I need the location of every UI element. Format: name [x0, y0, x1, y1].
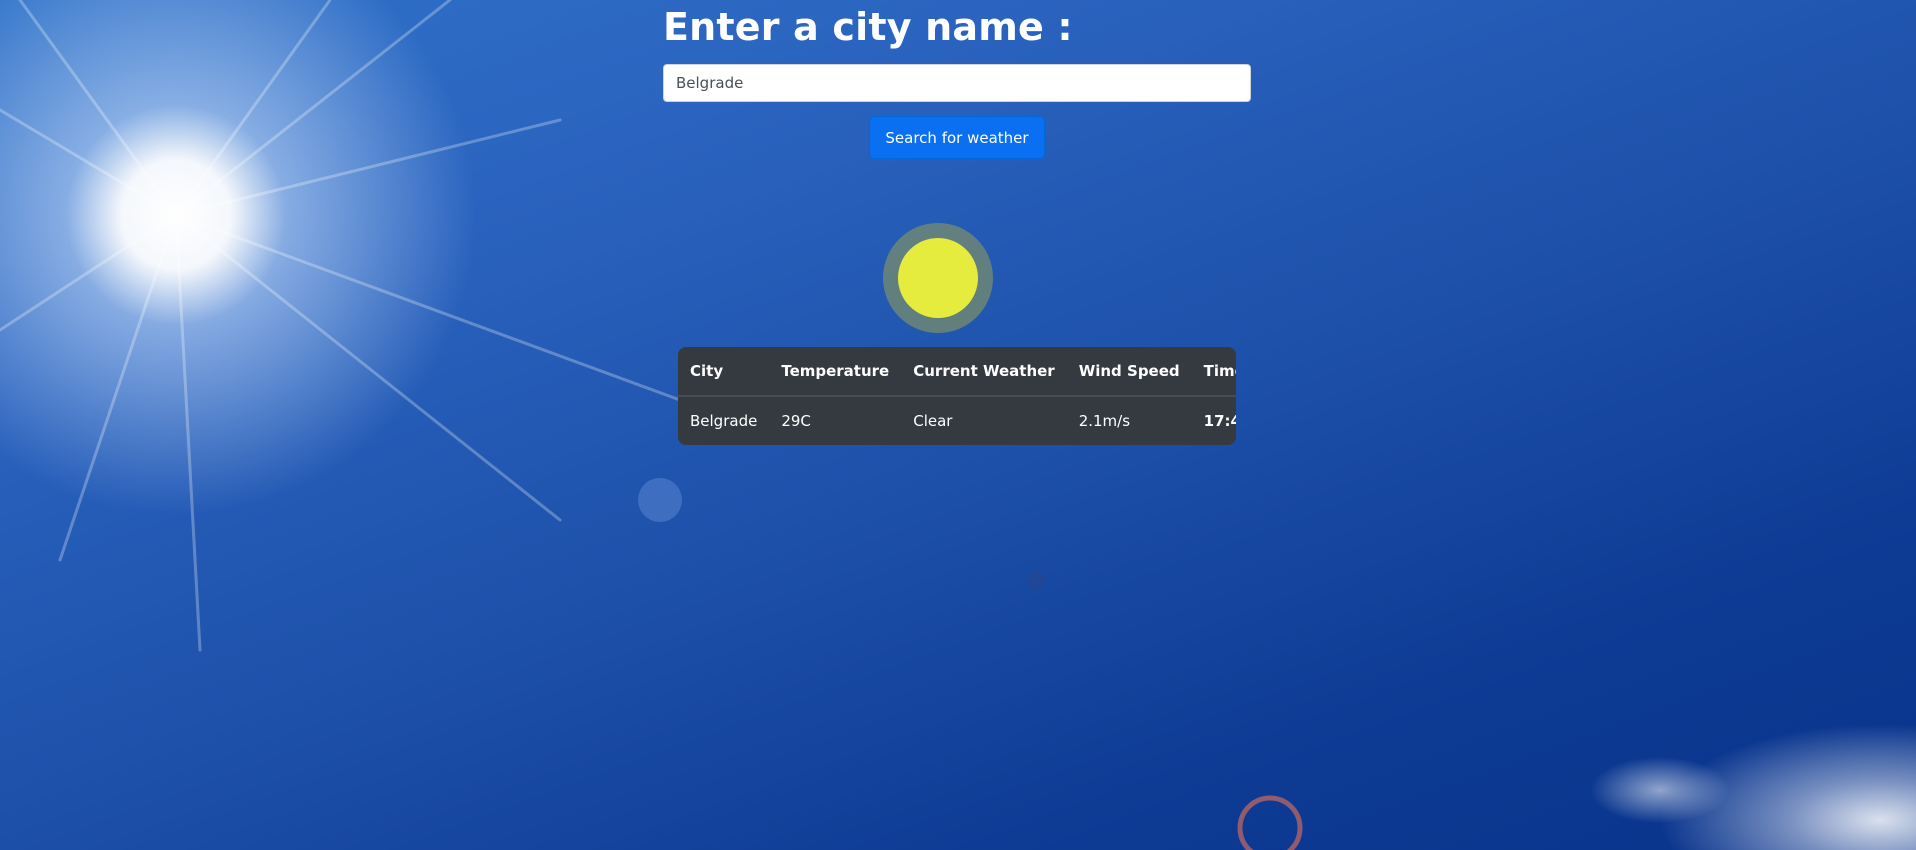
- search-panel: Enter a city name : Search for weather: [663, 0, 1251, 159]
- header-temperature: Temperature: [769, 347, 902, 397]
- header-current-weather: Current Weather: [901, 347, 1067, 397]
- cell-current-weather: Clear: [913, 412, 953, 430]
- table-header-row: City Temperature Current Weather Wind Sp…: [678, 347, 1236, 397]
- weather-table-container: City Temperature Current Weather Wind Sp…: [678, 347, 1236, 445]
- cell-time: 17:46:02: [1203, 412, 1236, 430]
- cell-wind-speed: 2.1m/s: [1078, 412, 1131, 430]
- header-wind-speed: Wind Speed: [1066, 347, 1192, 397]
- sun-icon-core: [898, 238, 978, 318]
- weather-app-page: Enter a city name : Search for weather C…: [0, 0, 1916, 850]
- header-city: City: [678, 347, 770, 397]
- page-title: Enter a city name :: [663, 5, 1073, 49]
- weather-table: City Temperature Current Weather Wind Sp…: [678, 347, 1236, 445]
- header-time: Time: [1191, 347, 1236, 397]
- sun-icon: [883, 223, 993, 333]
- city-search-input[interactable]: [663, 64, 1251, 102]
- search-weather-button[interactable]: Search for weather: [869, 116, 1045, 159]
- cell-city: Belgrade: [690, 412, 758, 430]
- table-row: Belgrade 29C Clear 2.1m/s 17:46:02: [678, 396, 1236, 445]
- cell-temperature: 29C: [781, 412, 811, 430]
